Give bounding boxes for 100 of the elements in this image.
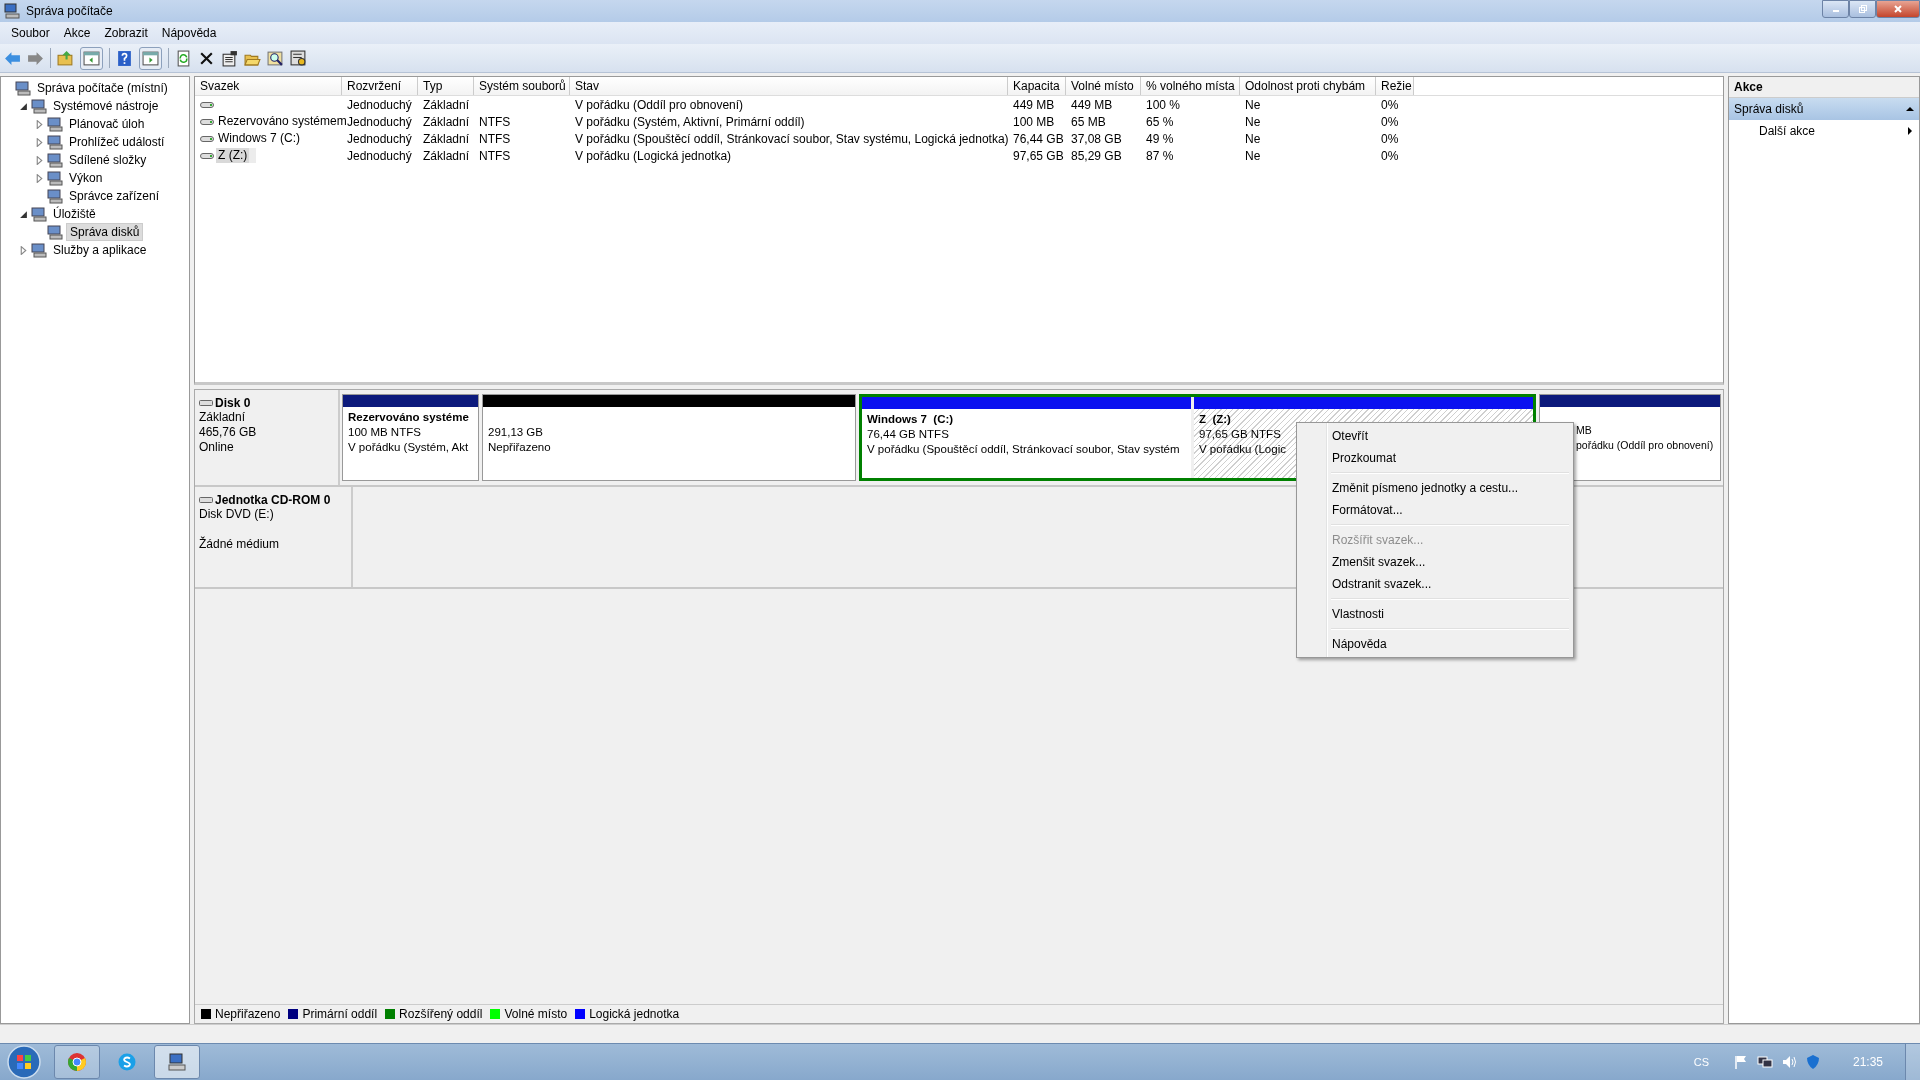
drive-icon [200, 134, 214, 143]
column-header[interactable]: Kapacita [1008, 77, 1066, 95]
collapsed-triangle-icon[interactable] [35, 119, 44, 129]
collapsed-triangle-icon[interactable] [35, 137, 44, 147]
refresh-icon[interactable] [175, 49, 192, 67]
chat-app-icon [117, 1052, 137, 1072]
properties-icon[interactable] [221, 49, 238, 67]
tree-item[interactable]: Správa počítače (místní) [34, 80, 171, 96]
table-cell: NTFS [479, 114, 511, 129]
tree-item[interactable]: Správa disků [66, 223, 144, 241]
tree-item[interactable]: Systémové nástroje [50, 98, 162, 114]
collapsed-triangle-icon[interactable] [19, 245, 28, 255]
column-header[interactable]: Typ [418, 77, 474, 95]
network-icon[interactable] [1756, 1054, 1773, 1070]
tree-node-icon [47, 224, 63, 240]
column-header[interactable]: Svazek [195, 77, 342, 95]
table-cell: Základní [423, 97, 470, 112]
menu-item[interactable]: Soubor [4, 24, 57, 42]
search-icon[interactable] [267, 49, 284, 67]
tree-node-icon [47, 170, 63, 186]
taskbar-button[interactable] [154, 1045, 200, 1079]
tree-item[interactable]: Úložiště [50, 206, 99, 222]
partition-size: MB [1576, 423, 1592, 438]
legend-label: Primární oddíl [302, 1007, 378, 1021]
table-cell: Jednoduchý [347, 131, 412, 146]
table-cell: V pořádku (Logická jednotka) [575, 148, 732, 163]
disk-detail: 465,76 GB [199, 425, 258, 440]
minimize-button[interactable] [1822, 0, 1849, 18]
tree-node-icon [31, 98, 47, 114]
tree-node-icon [47, 134, 63, 150]
volume-name[interactable]: Rezervováno systémem [216, 114, 349, 129]
legend-label: Rozšířený oddíl [399, 1007, 483, 1021]
help-icon[interactable] [116, 49, 133, 67]
action-link[interactable]: Další akce [1759, 124, 1816, 138]
context-menu-item[interactable]: Zmenšit svazek... [1299, 551, 1571, 573]
tree-item[interactable]: Plánovač úloh [66, 116, 148, 132]
column-header[interactable]: Rozvržení [342, 77, 418, 95]
column-header[interactable]: Režie [1376, 77, 1414, 95]
shield-icon[interactable] [1804, 1054, 1821, 1070]
volume-name[interactable]: Windows 7 (C:) [216, 131, 302, 146]
browser-icon [67, 1052, 87, 1072]
volume-name[interactable]: Z (Z:) [216, 148, 250, 163]
context-menu-item[interactable]: Odstranit svazek... [1299, 573, 1571, 595]
folder-up-icon[interactable] [57, 49, 74, 67]
flag-icon[interactable] [1732, 1054, 1749, 1070]
tree-item[interactable]: Správce zařízení [66, 188, 163, 204]
taskbar-button[interactable] [54, 1045, 100, 1079]
tree-item[interactable]: Sdílené složky [66, 152, 150, 168]
partition-status: Nepřiřazeno [488, 440, 551, 455]
legend-label: Volné místo [504, 1007, 568, 1021]
actions-section[interactable]: Správa disků [1729, 98, 1919, 120]
partition-status: V pořádku (Logic [1199, 442, 1286, 457]
show-desktop-button[interactable] [1905, 1044, 1920, 1080]
drive-icon [199, 399, 213, 407]
volume-icon[interactable] [1780, 1054, 1797, 1070]
start-orb-icon[interactable] [6, 1044, 42, 1080]
submenu-arrow-icon [1906, 127, 1914, 135]
collapsed-triangle-icon[interactable] [35, 173, 44, 183]
tree-item[interactable]: Prohlížeč událostí [66, 134, 168, 150]
table-cell: Ne [1245, 131, 1261, 146]
context-menu-item[interactable]: Nápověda [1299, 633, 1571, 655]
context-menu-item[interactable]: Formátovat... [1299, 499, 1571, 521]
action-pane-icon[interactable] [139, 46, 162, 70]
tree-item[interactable]: Výkon [66, 170, 106, 186]
column-header[interactable]: Volné místo [1066, 77, 1141, 95]
table-cell: 76,44 GB [1013, 131, 1064, 146]
context-menu-item[interactable]: Změnit písmeno jednotky a cestu... [1299, 477, 1571, 499]
collapsed-triangle-icon[interactable] [35, 155, 44, 165]
partition-size: 100 MB NTFS [348, 425, 421, 440]
table-cell: Ne [1245, 148, 1261, 163]
table-cell: 100 MB [1013, 114, 1055, 129]
disk-name: Disk 0 [215, 396, 251, 410]
tree-item[interactable]: Služby a aplikace [50, 242, 150, 258]
close-button[interactable] [1876, 0, 1920, 18]
settings-icon[interactable] [290, 49, 307, 67]
disk-detail: Základní [199, 410, 247, 425]
menu-item[interactable]: Zobrazit [97, 24, 155, 42]
menu-item[interactable]: Akce [56, 24, 98, 42]
partition-status: V pořádku (Spouštěcí oddíl, Stránkovací soubor, Stav systém [867, 442, 1180, 457]
expanded-triangle-icon[interactable] [19, 209, 28, 219]
column-header[interactable]: Stav [570, 77, 1008, 95]
column-header[interactable]: % volného místa [1141, 77, 1240, 95]
table-cell: Jednoduchý [347, 114, 412, 129]
restore-button[interactable] [1849, 0, 1876, 18]
table-cell: Jednoduchý [347, 148, 412, 163]
collapse-triangle-icon[interactable] [1906, 105, 1914, 113]
window-title: Správa počítače [26, 4, 113, 18]
column-header[interactable]: Odolnost proti chybám [1240, 77, 1376, 95]
tree-node-icon [47, 116, 63, 132]
menu-item[interactable]: Nápověda [154, 24, 224, 42]
drive-icon [200, 117, 214, 126]
table-cell: 449 MB [1071, 97, 1113, 112]
partition-size: 97,65 GB NTFS [1199, 427, 1281, 442]
column-header[interactable]: Systém souborů [474, 77, 570, 95]
expanded-triangle-icon[interactable] [19, 101, 28, 111]
table-cell: 97,65 GB [1013, 148, 1064, 163]
context-menu-item[interactable]: Vlastnosti [1299, 603, 1571, 625]
partition-size: 291,13 GB [488, 425, 543, 440]
restore-icon [1857, 4, 1868, 14]
pane-toggle-icon[interactable] [80, 46, 103, 70]
